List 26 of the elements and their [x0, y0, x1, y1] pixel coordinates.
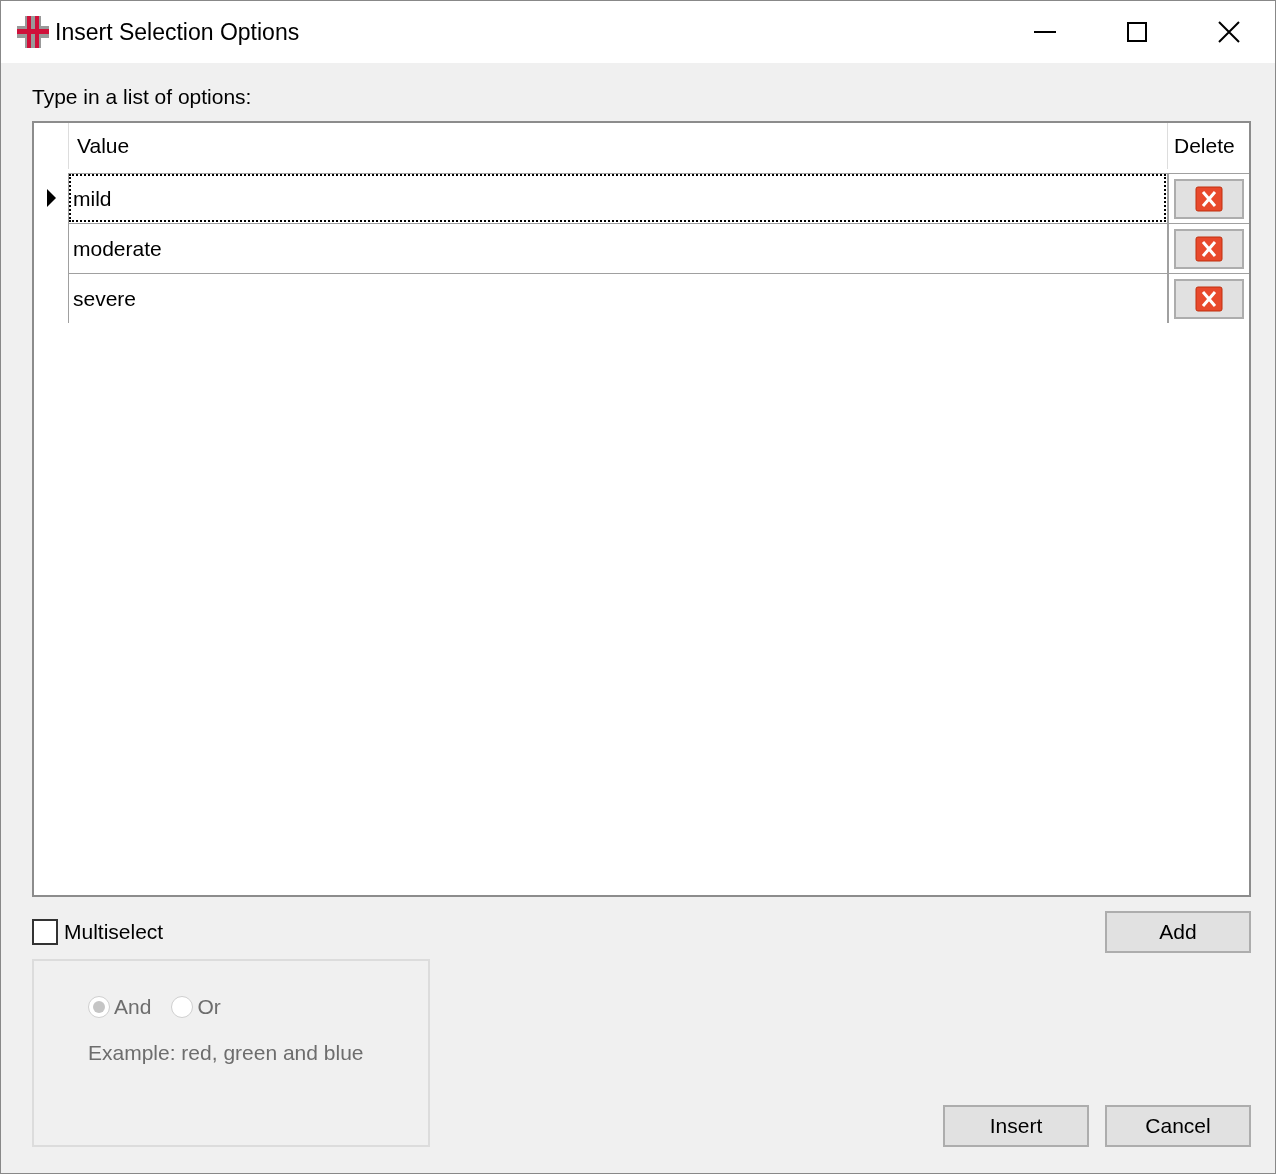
radio-label: And [114, 995, 152, 1019]
value-cell[interactable]: severe [68, 273, 1167, 323]
dialog-button[interactable]: Insert [943, 1105, 1089, 1147]
close-icon [1218, 21, 1240, 43]
delete-icon [1195, 185, 1223, 212]
column-header: Delete [1167, 123, 1249, 169]
dialog-button[interactable]: Cancel [1105, 1105, 1251, 1147]
prompt-label: Type in a list of options: [32, 85, 253, 109]
value-cell[interactable]: mild [68, 173, 1167, 223]
maximize-icon [1127, 22, 1147, 42]
column-header: Value [68, 123, 1167, 169]
multiselect-checkbox[interactable] [32, 919, 58, 945]
example-text: Example: red, green and blue [88, 1041, 365, 1065]
multiselect-label: Multiselect [64, 920, 164, 944]
delete-icon [1195, 285, 1223, 312]
delete-icon [1195, 235, 1223, 262]
app-logo-icon [17, 16, 49, 48]
delete-row-button[interactable] [1174, 178, 1244, 219]
delete-row-button[interactable] [1174, 228, 1244, 269]
delete-row-button[interactable] [1174, 278, 1244, 319]
minimize-icon [1034, 31, 1056, 33]
value-cell[interactable]: moderate [68, 223, 1167, 273]
window-title: Insert Selection Options [55, 18, 301, 46]
row-pointer-icon [46, 189, 56, 207]
radio-label: Or [197, 995, 221, 1019]
add-button[interactable]: Add [1105, 911, 1251, 953]
